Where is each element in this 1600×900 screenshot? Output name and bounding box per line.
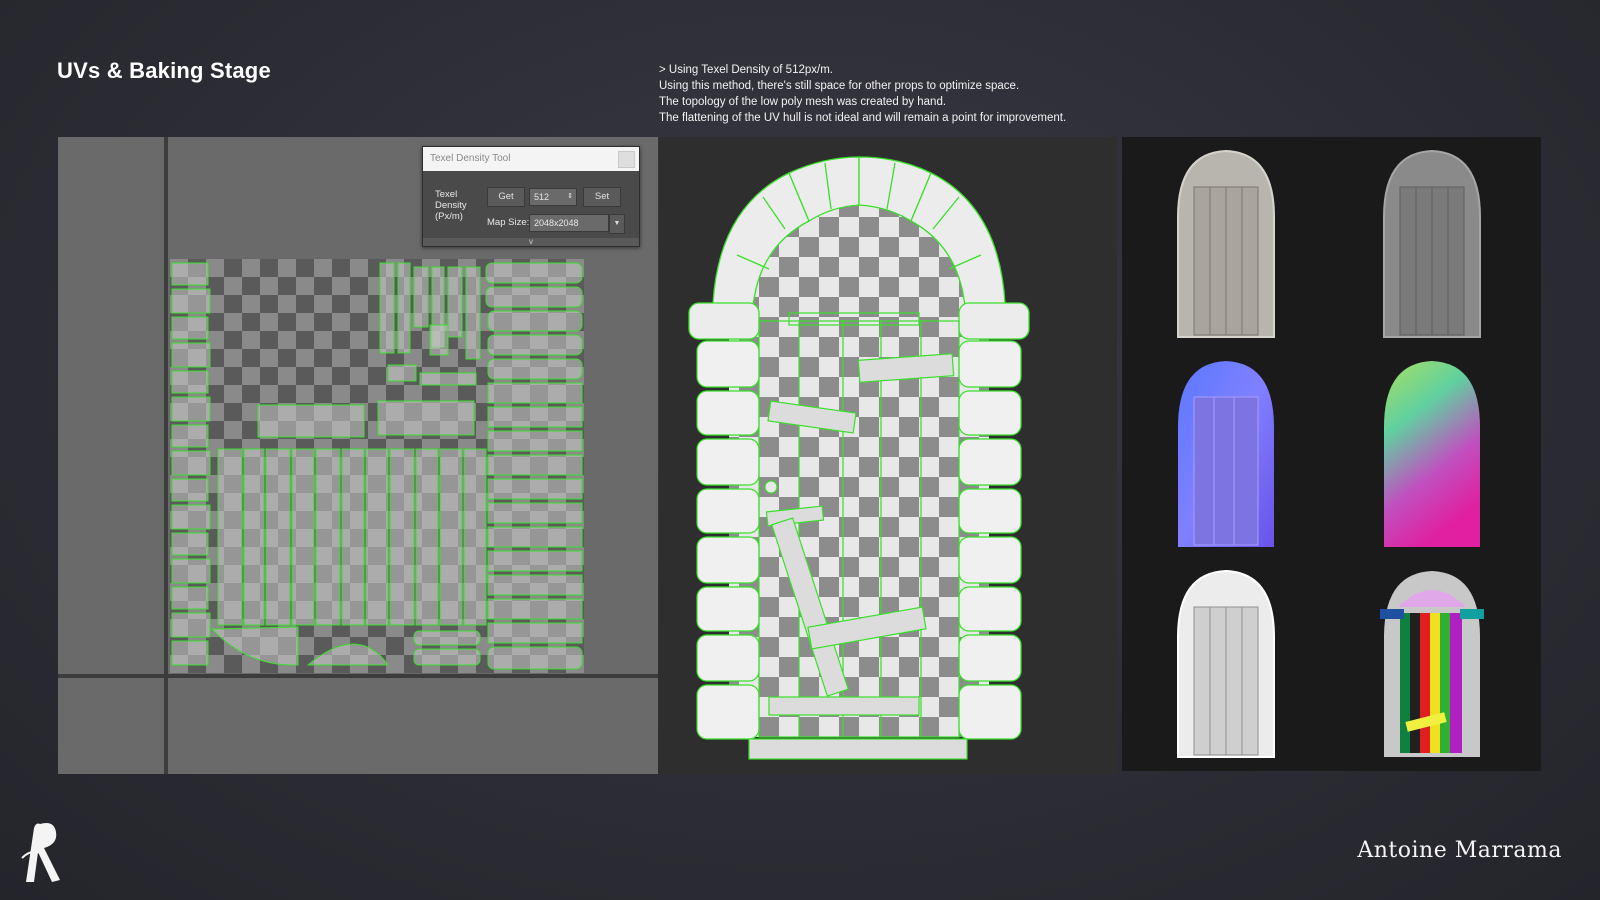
- door-wireframe-render: [688, 156, 1030, 760]
- map-size-value: 2048x2048: [534, 218, 579, 228]
- close-icon[interactable]: [618, 151, 635, 168]
- door-3d-viewport[interactable]: [659, 137, 1117, 774]
- baked-maps: [1177, 150, 1484, 758]
- texel-density-tool[interactable]: Texel Density Tool Texel Density (Px/m) …: [422, 146, 640, 247]
- set-button[interactable]: Set: [583, 187, 621, 207]
- bake-normal-map: [1178, 361, 1274, 547]
- note-line: The flattening of the UV hull is not ide…: [659, 112, 1067, 124]
- bake-position-map: [1384, 361, 1480, 547]
- note-line: > Using Texel Density of 512px/m.: [659, 64, 833, 76]
- map-size-label: Map Size:: [487, 217, 530, 228]
- logo-icon: [21, 823, 60, 882]
- density-value: 512: [534, 192, 550, 202]
- page-title: UVs & Baking Stage: [57, 58, 271, 83]
- bake-material: [1177, 150, 1275, 338]
- bake-curvature-map: [1177, 570, 1275, 758]
- map-size-select[interactable]: 2048x2048: [529, 214, 609, 232]
- note-line: Using this method, there's still space f…: [659, 80, 1020, 92]
- baked-maps-panel: [1122, 137, 1541, 771]
- texel-tool-titlebar[interactable]: Texel Density Tool: [423, 147, 639, 171]
- expand-bar[interactable]: v: [423, 238, 639, 246]
- notes-block: > Using Texel Density of 512px/m. Using …: [659, 62, 1066, 126]
- note-line: The topology of the low poly mesh was cr…: [659, 96, 947, 108]
- uv-editor-viewport[interactable]: Texel Density Tool Texel Density (Px/m) …: [58, 137, 658, 774]
- author-signature: Antoine Marrama: [1357, 838, 1562, 863]
- texel-tool-title: Texel Density Tool: [430, 153, 511, 164]
- get-button[interactable]: Get: [487, 187, 525, 207]
- bake-ambient-occlusion: [1383, 150, 1481, 338]
- spinner-arrows-icon[interactable]: ⇕: [567, 189, 573, 205]
- texel-density-label: Texel Density (Px/m): [435, 189, 467, 222]
- density-spinner[interactable]: 512 ⇕: [529, 188, 577, 206]
- chevron-down-icon[interactable]: ▼: [609, 214, 625, 234]
- expand-glyph: v: [529, 237, 533, 246]
- bake-id-map: [1380, 571, 1484, 757]
